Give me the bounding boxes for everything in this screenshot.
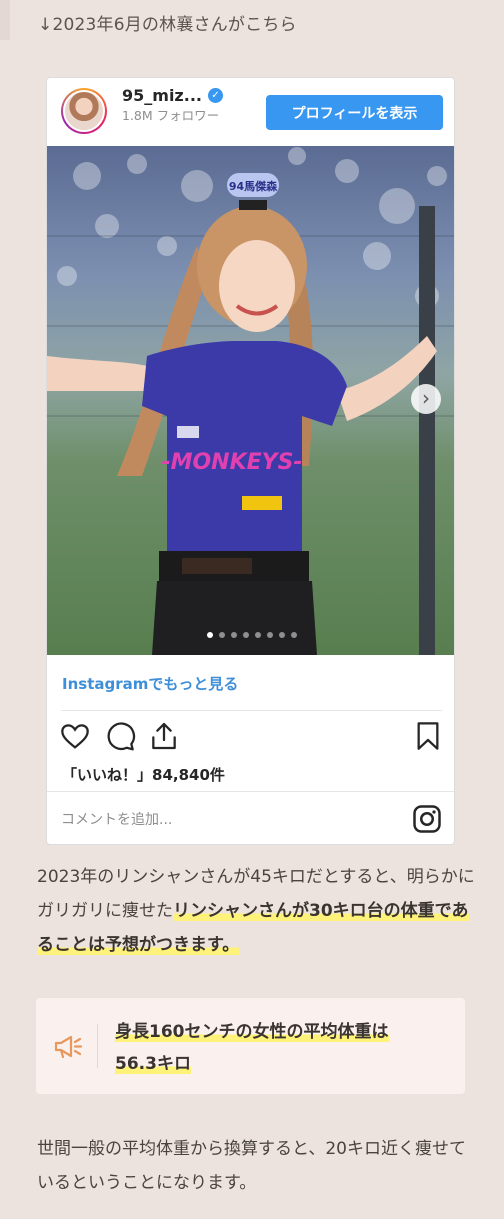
photo-illustration: 94馬傑森 -MONKEYS- (47, 147, 454, 655)
carousel-dots (47, 632, 454, 638)
megaphone-icon (54, 1035, 83, 1059)
chevron-right-icon[interactable]: › (411, 384, 441, 414)
heart-icon[interactable] (59, 720, 91, 752)
username-row[interactable]: 95_miz... ✓ (122, 86, 223, 105)
username[interactable]: 95_miz... (122, 86, 202, 105)
add-comment-input[interactable]: コメントを追加... (61, 809, 172, 829)
verified-icon: ✓ (207, 88, 223, 103)
avatar[interactable] (61, 88, 107, 134)
instagram-icon[interactable] (412, 804, 442, 834)
svg-text:-MONKEYS-: -MONKEYS- (161, 450, 302, 475)
note-box: 身長160センチの女性の平均体重は 56.3キロ (36, 998, 465, 1094)
carousel-dot[interactable] (290, 632, 297, 638)
intro-caption: ↓2023年6月の林襄さんがこちら (38, 15, 297, 35)
note-line-1: 身長160センチの女性の平均体重は (115, 1022, 389, 1042)
paragraph-2: 世間一般の平均体重から換算すると、20キロ近く痩せているということになります。 (37, 1139, 466, 1193)
instagram-header: 95_miz... ✓ 1.8M フォロワー プロフィールを表示 (47, 78, 454, 146)
carousel-dot[interactable] (266, 632, 273, 638)
carousel-dot[interactable] (242, 632, 249, 638)
note-divider (97, 1024, 98, 1068)
follower-count: 1.8M フォロワー (122, 108, 220, 123)
left-edge-strip (0, 0, 10, 40)
bookmark-icon[interactable] (412, 720, 444, 752)
divider (61, 710, 442, 711)
carousel-dot[interactable] (230, 632, 237, 638)
instagram-embed: 95_miz... ✓ 1.8M フォロワー プロフィールを表示 94馬傑森 -… (46, 77, 455, 845)
view-profile-button[interactable]: プロフィールを表示 (266, 95, 443, 130)
carousel-dot[interactable] (218, 632, 225, 638)
like-count: 「いいね！」84,840件 (62, 766, 225, 784)
note-text: 身長160センチの女性の平均体重は 56.3キロ (115, 1016, 445, 1080)
carousel-dot[interactable] (254, 632, 261, 638)
carousel-dot[interactable] (206, 632, 213, 638)
headband-text: 94馬傑森 (229, 179, 278, 193)
carousel-dot[interactable] (278, 632, 285, 638)
post-photo[interactable]: 94馬傑森 -MONKEYS- › (47, 146, 454, 655)
note-line-2: 56.3キロ (115, 1054, 191, 1074)
more-on-instagram-link[interactable]: Instagramでもっと見る (62, 673, 238, 694)
paragraph-1: 2023年のリンシャンさんが45キロだとすると、明らかにガリガリに痩せたリンシャ… (37, 860, 477, 962)
share-icon[interactable] (148, 720, 180, 752)
divider (47, 791, 454, 792)
comment-icon[interactable] (104, 720, 136, 752)
post-actions (47, 720, 454, 756)
